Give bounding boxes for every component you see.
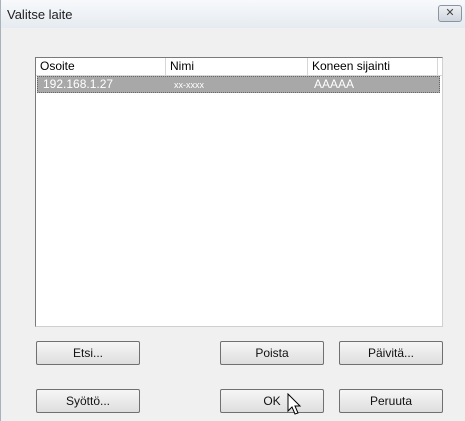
close-button[interactable]: ✕ <box>438 5 462 22</box>
list-row[interactable]: 192.168.1.27 xx-xxxx AAAAA <box>37 76 440 93</box>
row-name: xx-xxxx <box>174 80 204 90</box>
cancel-button-label: Peruuta <box>369 394 413 408</box>
list-header: Osoite Nimi Koneen sijainti <box>36 58 442 76</box>
refresh-button[interactable]: Päivitä... <box>339 341 443 365</box>
input-button[interactable]: Syöttö... <box>36 389 140 413</box>
refresh-button-label: Päivitä... <box>367 346 415 360</box>
row-address: 192.168.1.27 <box>43 77 114 91</box>
title-bar[interactable]: Valitse laite ✕ <box>1 0 465 28</box>
ok-button-label: OK <box>263 394 281 408</box>
search-button[interactable]: Etsi... <box>36 341 140 365</box>
column-header-location[interactable]: Koneen sijainti <box>308 58 438 75</box>
delete-button-label: Poista <box>255 346 289 360</box>
row-location: AAAAA <box>314 77 355 91</box>
window-title: Valitse laite <box>7 7 73 22</box>
cancel-button[interactable]: Peruuta <box>339 389 443 413</box>
search-button-label: Etsi... <box>72 346 103 360</box>
delete-button[interactable]: Poista <box>220 341 324 365</box>
select-device-dialog: Valitse laite ✕ Osoite Nimi Koneen sijai… <box>0 0 465 421</box>
close-icon: ✕ <box>445 7 455 19</box>
column-header-address[interactable]: Osoite <box>36 58 166 75</box>
ok-button[interactable]: OK <box>220 389 324 413</box>
device-list[interactable]: Osoite Nimi Koneen sijainti 192.168.1.27… <box>35 57 443 327</box>
column-header-name[interactable]: Nimi <box>166 58 308 75</box>
mouse-cursor-icon <box>287 393 302 415</box>
input-button-label: Syöttö... <box>65 394 111 408</box>
